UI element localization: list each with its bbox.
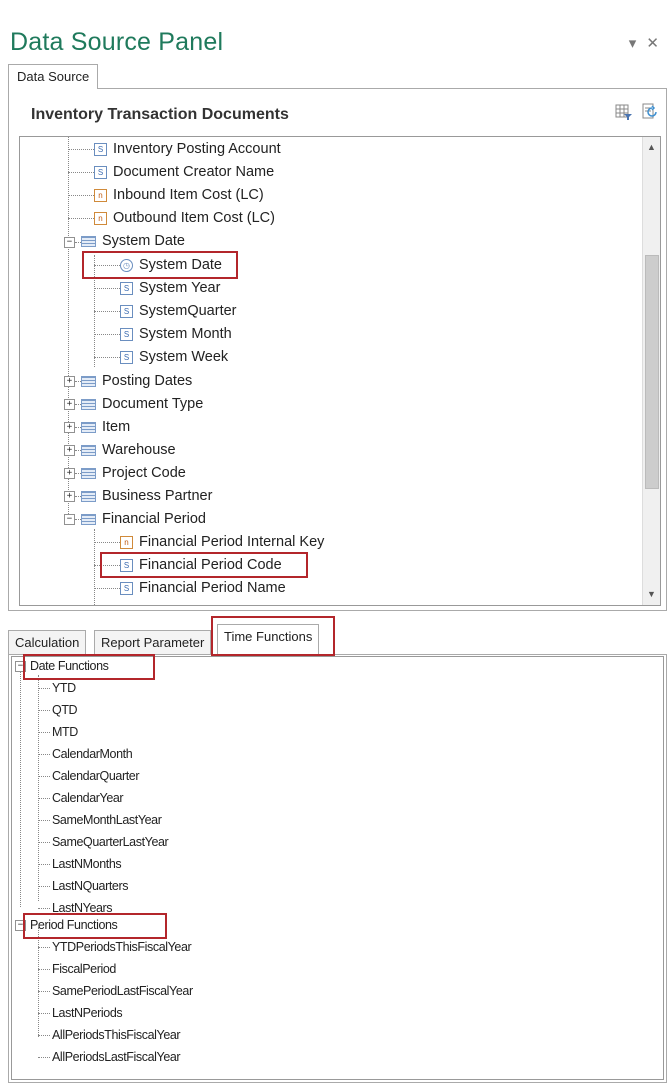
tf-item[interactable]: CalendarMonth xyxy=(52,745,133,763)
tree-item[interactable]: S System Month xyxy=(120,323,232,345)
tree-group-posting-dates[interactable]: Posting Dates xyxy=(81,370,192,392)
tree-group-project-code[interactable]: Project Code xyxy=(81,462,186,484)
tree-group-document-type[interactable]: Document Type xyxy=(81,393,203,415)
tree-item[interactable]: S Document Creator Name xyxy=(94,161,274,183)
tree-item[interactable]: n Outbound Item Cost (LC) xyxy=(94,207,275,229)
tf-item[interactable]: MTD xyxy=(52,723,78,741)
tree-item[interactable]: S Inventory Posting Account xyxy=(94,138,281,160)
tree-group-system-date[interactable]: System Date xyxy=(81,230,185,252)
tf-item[interactable]: AllPeriodsLastFiscalYear xyxy=(52,1048,181,1066)
tf-item[interactable]: LastNMonths xyxy=(52,855,122,873)
tab-calculation[interactable]: Calculation xyxy=(8,630,87,654)
tf-item[interactable]: LastNPeriods xyxy=(52,1004,123,1022)
tab-report-parameter[interactable]: Report Parameter xyxy=(94,630,212,654)
expand-toggle[interactable]: + xyxy=(64,422,75,433)
group-folder-icon xyxy=(81,421,96,433)
tf-item[interactable]: SameMonthLastYear xyxy=(52,811,162,829)
tf-item[interactable]: SamePeriodLastFiscalYear xyxy=(52,982,193,1000)
bottom-tabbar: Calculation Report Parameter Time Functi… xyxy=(8,616,667,656)
tree-item[interactable]: n Inbound Item Cost (LC) xyxy=(94,184,264,206)
expand-toggle[interactable]: + xyxy=(64,468,75,479)
tree-guide xyxy=(94,529,95,605)
time-functions-panel: − Date Functions YTD QTD MTD CalendarMon… xyxy=(8,654,667,1083)
string-field-icon: S xyxy=(120,281,133,295)
numeric-field-icon: n xyxy=(120,535,133,549)
string-field-icon: S xyxy=(120,581,133,595)
title-controls: ▾ ✕ xyxy=(623,34,659,52)
scroll-down-icon[interactable]: ▼ xyxy=(643,586,660,603)
data-source-tree[interactable]: S Inventory Posting Account S Document Cre… xyxy=(19,136,661,606)
group-folder-icon xyxy=(81,398,96,410)
panel-title: Data Source Panel xyxy=(10,28,224,56)
string-field-icon: S xyxy=(120,350,133,364)
group-folder-icon xyxy=(81,490,96,502)
time-functions-tree[interactable]: − Date Functions YTD QTD MTD CalendarMon… xyxy=(11,654,664,1080)
tf-item[interactable]: QTD xyxy=(52,701,78,719)
tf-item[interactable]: CalendarQuarter xyxy=(52,767,140,785)
tf-item[interactable]: CalendarYear xyxy=(52,789,124,807)
group-folder-icon xyxy=(81,513,96,525)
highlight-box xyxy=(100,552,308,578)
tf-item[interactable]: SameQuarterLastYear xyxy=(52,833,169,851)
string-field-icon: S xyxy=(120,327,133,341)
filter-icon[interactable] xyxy=(614,102,634,122)
tree-item[interactable]: S System Year xyxy=(120,277,220,299)
data-source-panel: Inventory Transaction Documents S Invento… xyxy=(8,88,667,611)
string-field-icon: S xyxy=(94,142,107,156)
expand-toggle[interactable]: + xyxy=(64,445,75,456)
highlight-box xyxy=(82,251,238,279)
numeric-field-icon: n xyxy=(94,211,107,225)
refresh-icon[interactable] xyxy=(640,102,660,122)
group-folder-icon xyxy=(81,467,96,479)
tree-group-financial-period[interactable]: Financial Period xyxy=(81,508,206,530)
highlight-box xyxy=(211,616,335,656)
scroll-thumb[interactable] xyxy=(645,255,659,489)
tab-label: Data Source xyxy=(17,69,90,84)
tf-item[interactable]: LastNQuarters xyxy=(52,877,128,895)
group-folder-icon xyxy=(81,235,96,247)
highlight-box xyxy=(23,913,167,939)
tf-item[interactable]: YTD xyxy=(52,679,76,697)
tree-group-warehouse[interactable]: Warehouse xyxy=(81,439,176,461)
highlight-box xyxy=(23,654,155,680)
data-source-header: Inventory Transaction Documents xyxy=(31,106,289,123)
vertical-scrollbar[interactable]: ▲ ▼ xyxy=(642,137,660,605)
numeric-field-icon: n xyxy=(94,188,107,202)
string-field-icon: S xyxy=(120,304,133,318)
expand-toggle[interactable]: + xyxy=(64,399,75,410)
header-icons xyxy=(612,102,660,127)
tree-item[interactable]: S System Week xyxy=(120,346,228,368)
group-folder-icon xyxy=(81,375,96,387)
tree-group-business-partner[interactable]: Business Partner xyxy=(81,485,212,507)
tree-group-item[interactable]: Item xyxy=(81,416,130,438)
collapse-toggle[interactable]: − xyxy=(64,237,75,248)
tf-item[interactable]: YTDPeriodsThisFiscalYear xyxy=(52,938,192,956)
string-field-icon: S xyxy=(94,165,107,179)
pin-dropdown-icon[interactable]: ▾ xyxy=(629,35,637,52)
close-icon[interactable]: ✕ xyxy=(646,35,659,52)
expand-toggle[interactable]: + xyxy=(64,491,75,502)
collapse-toggle[interactable]: − xyxy=(64,514,75,525)
tree-item[interactable]: n Financial Period Internal Key xyxy=(120,531,324,553)
tf-item[interactable]: AllPeriodsThisFiscalYear xyxy=(52,1026,181,1044)
expand-toggle[interactable]: + xyxy=(64,376,75,387)
group-folder-icon xyxy=(81,444,96,456)
tf-item[interactable]: FiscalPeriod xyxy=(52,960,116,978)
tree-item[interactable]: S SystemQuarter xyxy=(120,300,237,322)
scroll-up-icon[interactable]: ▲ xyxy=(643,139,660,156)
tab-data-source[interactable]: Data Source xyxy=(8,64,99,89)
top-tabbar: Data Source xyxy=(8,64,667,89)
tree-item[interactable]: S Financial Period Name xyxy=(120,577,286,599)
